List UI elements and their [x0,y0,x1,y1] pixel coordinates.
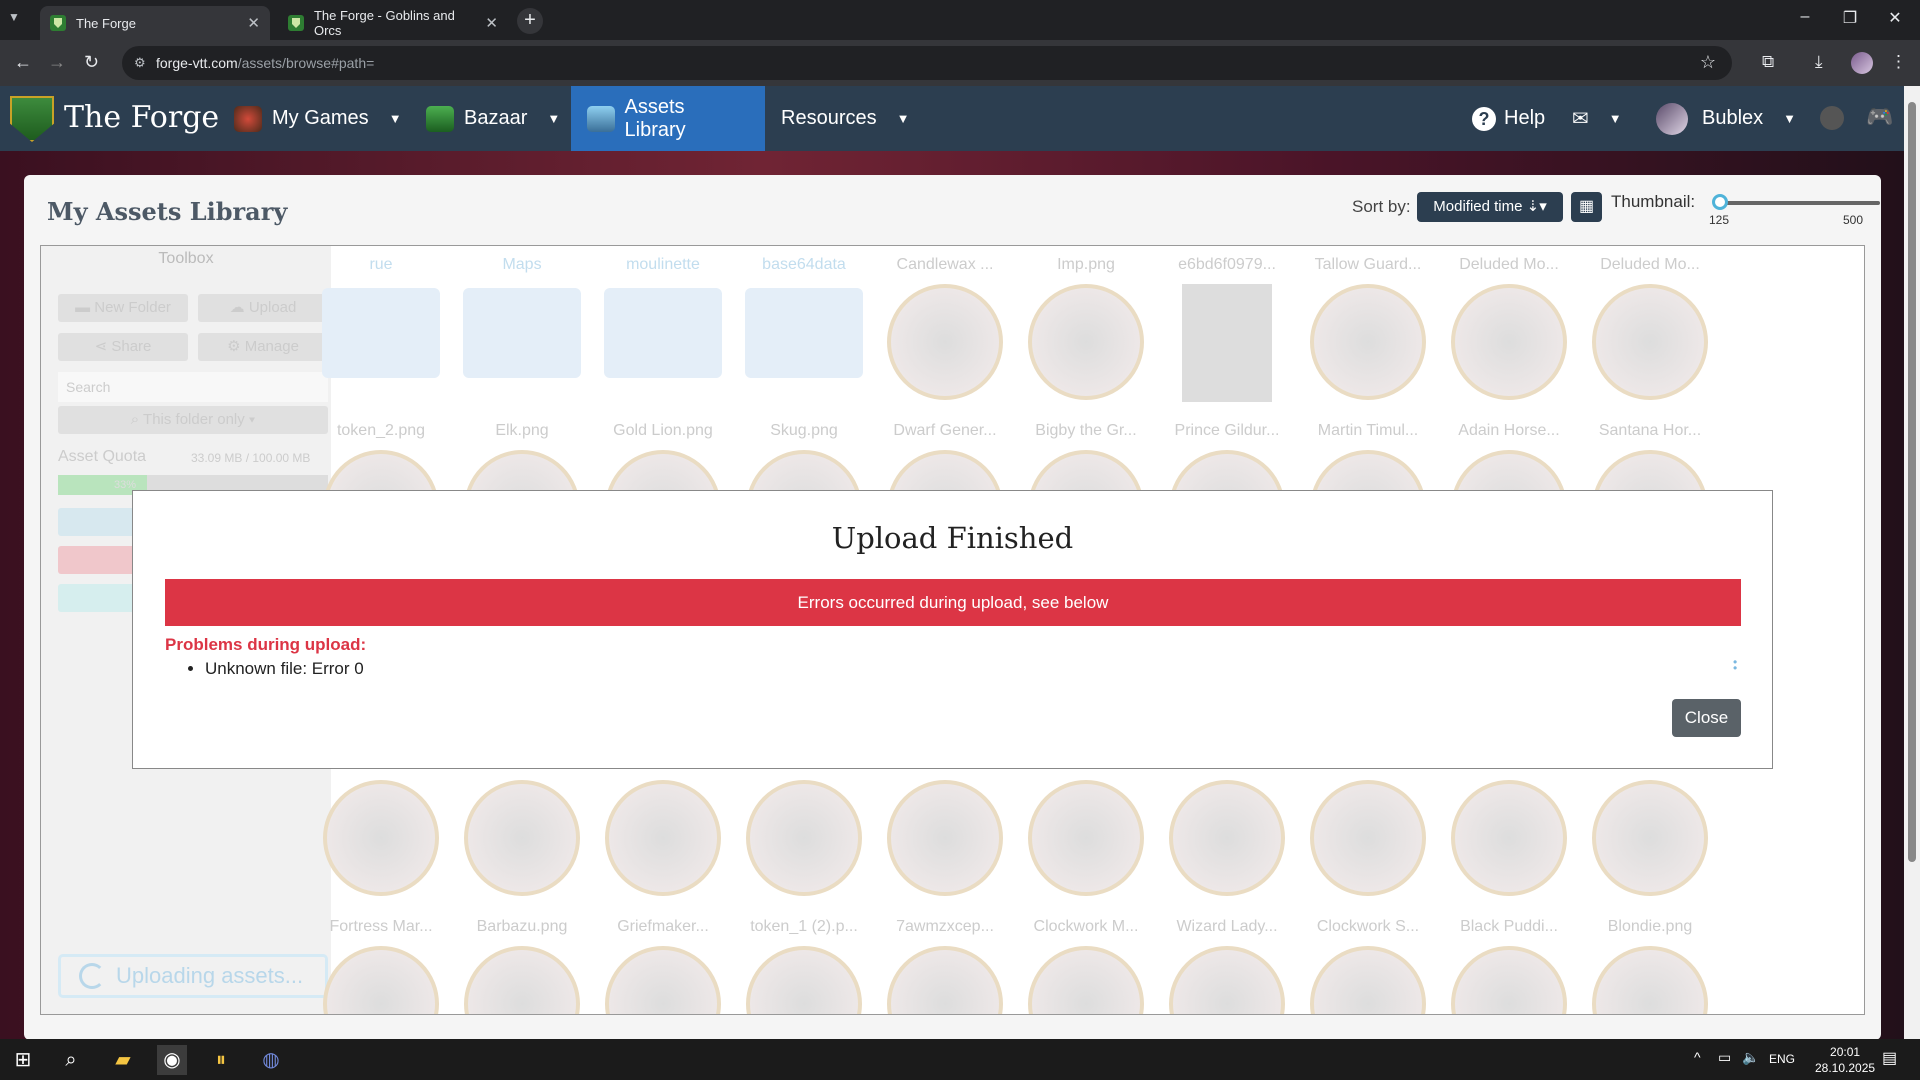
problems-heading: Problems during upload: [165,635,367,654]
windows-taskbar: ⊞ ⌕ ▰ ◉ ⏸ ◍ ^ ▭ 🔈 ENG 20:01 28.10.2025 ▤ [0,1039,1920,1080]
clock-time: 20:01 [1830,1045,1861,1059]
windows-start-icon[interactable]: ⊞ [8,1045,38,1075]
tab-title: The Forge - Goblins and Orcs [313,8,455,38]
tab-list-chevron-icon[interactable]: ▼ [8,10,20,24]
url-path: /assets/browse#path= [237,55,375,71]
close-icon[interactable]: ✕ [485,14,498,32]
forge-favicon-icon [288,15,304,31]
window-close-icon[interactable]: ✕ [1875,8,1915,28]
tab-title: The Forge [76,15,136,31]
forward-arrow-icon[interactable]: → [48,52,66,73]
site-settings-icon[interactable]: ⚙ [134,55,146,71]
notification-icon[interactable]: ▤ [1882,1048,1897,1068]
problems-list: Unknown file: Error 0 [205,659,364,679]
app-pause-icon[interactable]: ⏸ [206,1045,236,1075]
loading-dots-icon: • • [1733,655,1738,675]
bookmark-star-icon[interactable]: ☆ [1700,52,1716,73]
error-banner: Errors occurred during upload, see below [165,579,1741,626]
upload-finished-modal: Upload Finished Errors occurred during u… [132,490,1773,769]
page-scrollbar[interactable] [1904,86,1920,1039]
restore-icon[interactable]: ❐ [1830,8,1870,28]
browser-tab-goblins[interactable]: The Forge - Goblins and Orcs ✕ [278,6,508,40]
modal-title: Upload Finished [831,521,1074,555]
back-arrow-icon[interactable]: ← [14,52,32,73]
url-host: forge-vtt.com [156,55,238,71]
network-icon[interactable]: ▭ [1718,1049,1731,1066]
clock-date: 28.10.2025 [1815,1061,1876,1075]
clock[interactable]: 20:01 28.10.2025 [1815,1044,1875,1076]
reload-icon[interactable]: ↻ [84,52,99,73]
file-explorer-icon[interactable]: ▰ [108,1045,138,1075]
browser-tab-the-forge[interactable]: The Forge ✕ [40,6,270,40]
chrome-icon[interactable]: ◉ [157,1045,187,1075]
browser-profile-avatar[interactable] [1851,52,1873,74]
browser-menu-icon[interactable]: ⋮ [1890,52,1907,72]
tray-chevron-up-icon[interactable]: ^ [1694,1049,1701,1065]
search-icon[interactable]: ⌕ [56,1045,86,1075]
browser-toolbar: ← → ↻ ⚙ forge-vtt.com/assets/browse#path… [0,40,1920,86]
browser-tab-bar: ▼ The Forge ✕ The Forge - Goblins and Or… [0,0,1920,40]
language-indicator[interactable]: ENG [1769,1052,1795,1066]
close-icon[interactable]: ✕ [247,14,260,32]
volume-icon[interactable]: 🔈 [1742,1049,1759,1066]
close-button[interactable]: Close [1672,699,1741,737]
extensions-icon[interactable]: ⧉ [1762,52,1774,72]
minimize-icon[interactable]: – [1785,8,1825,26]
new-tab-plus-icon[interactable]: + [517,8,543,34]
address-bar[interactable]: ⚙ forge-vtt.com/assets/browse#path= ☆ [122,46,1732,80]
download-icon[interactable]: ⤓ [1815,52,1823,72]
forge-favicon-icon [50,15,66,31]
discord-icon[interactable]: ◍ [256,1045,286,1075]
scroll-thumb[interactable] [1908,102,1916,862]
list-item: Unknown file: Error 0 [205,659,364,679]
